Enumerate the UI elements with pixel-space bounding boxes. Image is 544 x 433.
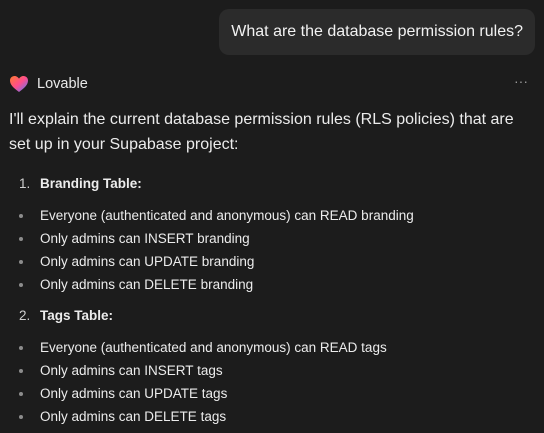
user-message-bubble: What are the database permission rules?: [219, 9, 535, 55]
list-item-text: Only admins can UPDATE tags: [40, 386, 228, 401]
section-1-number: 1.: [19, 176, 31, 191]
bullet-dot: [19, 213, 23, 218]
list-item: Everyone (authenticated and anonymous) c…: [19, 340, 387, 355]
bullet-dot: [19, 345, 23, 350]
bullet-dot: [19, 259, 23, 264]
section-2-heading: 2. Tags Table:: [19, 308, 113, 323]
chat-page: What are the database permission rules? …: [0, 0, 544, 433]
section-2-number: 2.: [19, 308, 31, 323]
list-item: Only admins can INSERT tags: [19, 363, 223, 378]
lovable-heart-icon: [10, 76, 28, 92]
bullet-dot: [19, 368, 23, 373]
list-item: Only admins can DELETE branding: [19, 277, 253, 292]
list-item-text: Only admins can UPDATE branding: [40, 254, 255, 269]
ellipsis-icon[interactable]: ···: [514, 74, 528, 88]
assistant-name: Lovable: [37, 76, 88, 92]
list-item-text: Only admins can DELETE branding: [40, 277, 254, 292]
bullet-dot: [19, 236, 23, 241]
list-item-text: Only admins can DELETE tags: [40, 409, 227, 424]
list-item: Only admins can INSERT branding: [19, 231, 250, 246]
user-message-text: What are the database permission rules?: [231, 23, 523, 40]
bullet-dot: [19, 391, 23, 396]
assistant-intro-text: I'll explain the current database permis…: [9, 111, 514, 153]
section-1-heading: 1. Branding Table:: [19, 176, 142, 191]
section-1-title: Branding Table:: [40, 176, 142, 191]
list-item: Only admins can UPDATE tags: [19, 386, 227, 401]
list-item: Everyone (authenticated and anonymous) c…: [19, 208, 414, 223]
section-2-title: Tags Table:: [40, 308, 114, 323]
list-item-text: Everyone (authenticated and anonymous) c…: [40, 340, 387, 355]
list-item: Only admins can DELETE tags: [19, 409, 226, 424]
bullet-dot: [19, 414, 23, 419]
assistant-header: Lovable ···: [9, 73, 530, 95]
list-item-text: Only admins can INSERT tags: [40, 363, 223, 378]
list-item: Only admins can UPDATE branding: [19, 254, 254, 269]
list-item-text: Everyone (authenticated and anonymous) c…: [40, 208, 414, 223]
list-item-text: Only admins can INSERT branding: [40, 231, 250, 246]
bullet-dot: [19, 282, 23, 287]
